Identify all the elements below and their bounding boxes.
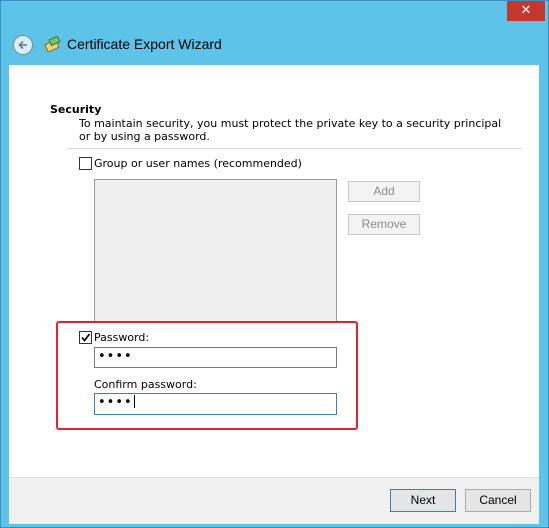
divider <box>67 148 522 149</box>
wizard-window: ✕ Certificate Export Wizard Security To … <box>0 0 549 528</box>
highlight-box <box>56 321 358 430</box>
section-description: To maintain security, you must protect t… <box>79 117 502 143</box>
group-checkbox[interactable] <box>79 157 92 170</box>
footer-bar <box>9 477 539 524</box>
remove-button[interactable]: Remove <box>348 214 420 235</box>
window-title: Certificate Export Wizard <box>67 36 222 52</box>
cancel-button[interactable]: Cancel <box>465 489 531 512</box>
add-button[interactable]: Add <box>348 181 420 202</box>
section-heading: Security <box>50 103 102 116</box>
certificate-icon <box>44 36 61 52</box>
next-button[interactable]: Next <box>390 489 456 512</box>
back-arrow-icon <box>18 40 27 50</box>
close-button[interactable]: ✕ <box>507 1 545 21</box>
close-icon[interactable]: ✕ <box>521 3 532 18</box>
group-checkbox-label[interactable]: Group or user names (recommended) <box>94 157 302 170</box>
principal-listbox[interactable] <box>94 179 337 322</box>
back-button[interactable] <box>13 35 33 55</box>
